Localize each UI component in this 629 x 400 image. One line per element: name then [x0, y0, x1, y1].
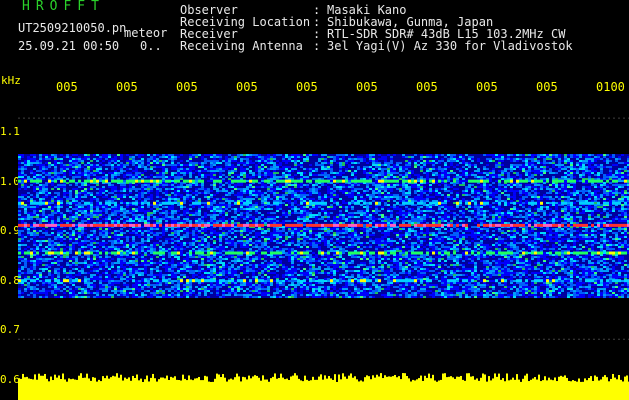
date-time: 25.09.21 00:50 — [18, 39, 120, 53]
date-time-mark: 0.. — [140, 39, 162, 53]
x-tick-label: 005 — [236, 80, 258, 94]
y-tick-label: 1.0 — [0, 175, 20, 188]
app-logo: HROFFT — [22, 0, 105, 14]
info-separator: : — [313, 39, 321, 53]
spectrogram-plot — [18, 96, 629, 400]
y-unit-label: kHz — [1, 74, 21, 87]
y-tick-label: 0.9 — [0, 224, 20, 237]
spectrogram-canvas — [18, 117, 629, 400]
x-tick-label: 005 — [356, 80, 378, 94]
x-tick-label: 005 — [416, 80, 438, 94]
y-tick-label: 0.7 — [0, 323, 20, 336]
signal-band — [18, 223, 629, 227]
x-tick-label: 005 — [296, 80, 318, 94]
x-tick-label: 0100 — [596, 80, 625, 94]
x-tick-label: 005 — [176, 80, 198, 94]
x-tick-label: 005 — [476, 80, 498, 94]
info-key: Receiving Antenna — [180, 39, 303, 53]
info-value: 3el Yagi(V) Az 330 for Vladivostok — [327, 39, 573, 53]
hrofft-window: HROFFT UT2509210050.pn meteor 25.09.21 0… — [0, 0, 629, 400]
x-tick-label: 005 — [116, 80, 138, 94]
signal-band — [18, 201, 627, 205]
y-tick-label: 1.1 — [0, 125, 20, 138]
x-tick-label: 005 — [536, 80, 558, 94]
station-info: Observer : Masaki Kano Receiving Locatio… — [180, 4, 573, 52]
x-tick-label: 005 — [56, 80, 78, 94]
meteor-label: meteor — [124, 26, 168, 40]
file-name: UT2509210050.pn — [18, 21, 127, 35]
power-trace — [18, 373, 629, 400]
y-tick-label: 0.6 — [0, 373, 20, 386]
y-tick-label: 0.8 — [0, 274, 20, 287]
info-row-antenna: Receiving Antenna : 3el Yagi(V) Az 330 f… — [180, 40, 573, 52]
